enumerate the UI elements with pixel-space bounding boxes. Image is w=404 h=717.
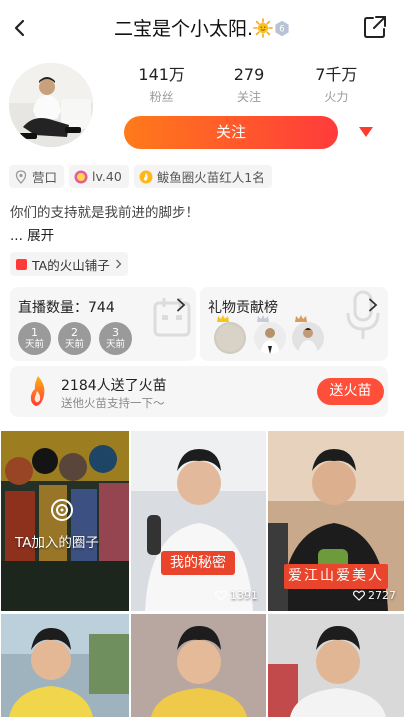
- gift-rank-avatar[interactable]: [254, 322, 286, 354]
- top-bar: 二宝是个小太阳. 6: [0, 0, 404, 56]
- level-badge-icon: [74, 170, 88, 183]
- calendar-watermark-icon: [153, 298, 191, 337]
- video-tile[interactable]: [131, 614, 266, 717]
- fire-rank-icon: [139, 170, 153, 183]
- gift-ranking-card[interactable]: 礼物贡献榜: [200, 287, 388, 361]
- svg-text:6: 6: [279, 25, 284, 35]
- level-hex-badge-icon: 6: [275, 20, 289, 37]
- heart-outline-icon: [215, 590, 227, 601]
- day-unit: 天前: [64, 339, 84, 350]
- send-fire-button[interactable]: 送火苗: [317, 378, 384, 405]
- stat-following[interactable]: 279 关注: [205, 65, 292, 105]
- stat-fans[interactable]: 141万 粉丝: [118, 65, 205, 105]
- video-thumbnail: [268, 614, 404, 717]
- profile-tags: 营口 lv.40 鲅鱼圈火苗红人1名: [9, 165, 272, 188]
- stat-label: 火力: [324, 90, 349, 104]
- video-thumbnail: [131, 614, 266, 717]
- day-number: 1: [31, 326, 38, 339]
- video-overlay-title: 爱江山爱美人: [284, 564, 388, 589]
- like-count-value: 2727: [368, 589, 396, 602]
- stat-firepower[interactable]: 7千万 火力: [293, 65, 380, 105]
- video-tile[interactable]: [1, 614, 129, 717]
- shop-label: TA的火山铺子: [32, 257, 110, 273]
- fire-support-card: 2184人送了火苗 送他火苗支持一下～ 送火苗: [10, 366, 388, 417]
- circle-tile[interactable]: TA加入的圈子: [1, 431, 129, 611]
- microphone-watermark-icon: [346, 290, 380, 339]
- video-tile[interactable]: 我的秘密 1391: [131, 431, 266, 611]
- heart-outline-icon: [353, 590, 365, 601]
- stat-value: 7千万: [315, 65, 358, 84]
- live-count-card[interactable]: 直播数量：744 1 天前 2 天前 3 天前: [10, 287, 196, 361]
- like-count-value: 1391: [230, 589, 258, 602]
- tag-text: 鲅鱼圈火苗红人1名: [156, 170, 265, 185]
- day-number: 3: [112, 326, 119, 339]
- video-grid: TA加入的圈子 我的秘密 1391 爱江山爱美人 2727: [0, 431, 404, 717]
- video-tile[interactable]: 爱江山爱美人 2727: [268, 431, 404, 611]
- day-unit: 天前: [24, 339, 44, 350]
- live-day-badge[interactable]: 2 天前: [58, 322, 91, 355]
- crown-silver-icon: [257, 315, 269, 322]
- like-count: 1391: [215, 589, 258, 602]
- video-thumbnail: [1, 614, 129, 717]
- tag-text: 营口: [32, 170, 58, 185]
- video-overlay-title: 我的秘密: [161, 551, 235, 575]
- page-title: 二宝是个小太阳. 6: [0, 14, 404, 41]
- crown-bronze-icon: [295, 315, 307, 322]
- tag-location[interactable]: 营口: [9, 165, 65, 188]
- fire-count-text: 2184人送了火苗: [61, 378, 167, 394]
- fire-subtext: 送他火苗支持一下～: [61, 396, 165, 410]
- tag-text: lv.40: [92, 169, 122, 184]
- live-day-badge[interactable]: 3 天前: [99, 322, 132, 355]
- chevron-right-icon: [369, 298, 378, 312]
- avatar[interactable]: [9, 63, 93, 147]
- profile-stats: 141万 粉丝 279 关注 7千万 火力: [118, 65, 380, 105]
- stat-label: 粉丝: [149, 90, 174, 104]
- flame-icon: [30, 376, 45, 406]
- video-thumbnail: [131, 431, 266, 611]
- live-day-badge[interactable]: 1 天前: [18, 322, 51, 355]
- username: 二宝是个小太阳.: [113, 18, 254, 40]
- follow-button[interactable]: 关注: [124, 116, 338, 149]
- sun-emoji-icon: [253, 18, 273, 38]
- like-count: 2727: [353, 589, 396, 602]
- circle-cover-illustration: [1, 431, 129, 611]
- crown-gold-icon: [217, 315, 229, 322]
- day-unit: 天前: [105, 339, 125, 350]
- tag-fire-rank[interactable]: 鲅鱼圈火苗红人1名: [133, 165, 272, 188]
- stat-value: 141万: [138, 65, 185, 84]
- shop-bag-icon: [16, 258, 27, 270]
- share-external-icon[interactable]: [362, 14, 388, 40]
- stat-label: 关注: [236, 90, 261, 104]
- triangle-down-icon[interactable]: [358, 126, 374, 138]
- bio-text: 你们的支持就是我前进的脚步！: [10, 205, 199, 221]
- stat-value: 279: [233, 65, 265, 84]
- video-tile[interactable]: [268, 614, 404, 717]
- shop-link[interactable]: TA的火山铺子: [10, 252, 128, 276]
- live-count-title: 直播数量：744: [18, 300, 115, 316]
- circle-group-icon: [51, 499, 73, 521]
- expand-link[interactable]: ... 展开: [10, 224, 54, 244]
- location-pin-icon: [15, 169, 27, 184]
- chevron-right-icon: [115, 259, 122, 269]
- gift-rank-avatar[interactable]: [214, 322, 246, 354]
- tag-level[interactable]: lv.40: [69, 165, 129, 188]
- day-number: 2: [71, 326, 78, 339]
- gift-rank-avatar[interactable]: [292, 322, 324, 354]
- chevron-right-icon: [177, 298, 186, 312]
- circle-label: TA加入的圈子: [15, 535, 99, 551]
